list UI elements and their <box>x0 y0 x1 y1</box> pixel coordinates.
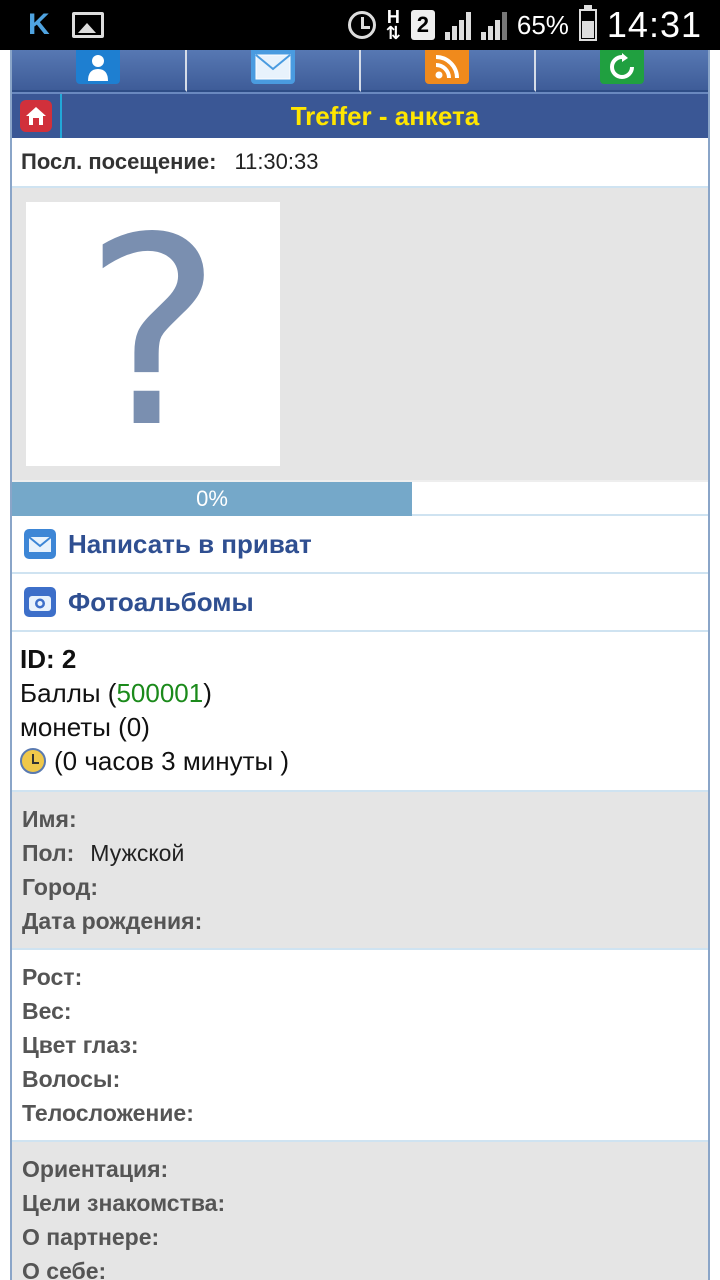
user-icon <box>76 50 121 84</box>
profile-progress-bar: 0% <box>12 482 708 516</box>
about-self-label: О себе: <box>22 1258 107 1280</box>
hair-label: Волосы: <box>22 1066 121 1092</box>
goals-label: Цели знакомства: <box>22 1190 226 1216</box>
signal-2-icon <box>480 10 507 40</box>
camera-icon <box>24 587 56 617</box>
title-bar: Treffer - анкета <box>12 92 708 138</box>
nav-tab-mail[interactable] <box>186 50 361 92</box>
image-notification-icon <box>71 12 104 38</box>
nav-tab-profile[interactable] <box>12 50 187 92</box>
battery-icon <box>578 5 597 41</box>
top-navigation <box>12 50 708 92</box>
alarm-icon <box>347 11 376 39</box>
app-notification-icon: K <box>28 8 50 41</box>
gender-value: Мужской <box>90 840 185 866</box>
height-label: Рост: <box>22 964 83 990</box>
user-id: ID: 2 <box>20 644 77 674</box>
progress-label: 0% <box>12 482 412 516</box>
photo-area: ? <box>12 188 708 482</box>
envelope-icon <box>250 50 295 84</box>
nav-tab-refresh[interactable] <box>535 50 708 92</box>
eye-color-label: Цвет глаз: <box>22 1032 139 1058</box>
points-value: 500001 <box>116 678 204 708</box>
photo-albums-link[interactable]: Фотоальбомы <box>12 574 708 632</box>
weight-label: Вес: <box>22 998 72 1024</box>
last-visit-label: Посл. посещение: <box>21 149 217 174</box>
clock-icon <box>20 748 46 774</box>
battery-percent: 65% <box>516 9 569 40</box>
write-private-link[interactable]: Написать в приват <box>12 516 708 574</box>
status-bar: K H ⇅ 2 65% 14:31 <box>0 0 720 50</box>
question-mark-placeholder: ? <box>84 183 222 485</box>
body-info-section: Рост: Вес: Цвет глаз: Волосы: Телосложен… <box>12 950 708 1142</box>
sim-indicator: 2 <box>410 10 435 40</box>
build-label: Телосложение: <box>22 1100 194 1126</box>
coins-row: монеты (0) <box>20 712 150 742</box>
orientation-label: Ориентация: <box>22 1156 169 1182</box>
page-title: Treffer - анкета <box>290 101 480 131</box>
name-label: Имя: <box>22 806 77 832</box>
home-icon <box>20 100 52 132</box>
last-visit-row: Посл. посещение: 11:30:33 <box>12 138 708 188</box>
signal-icon <box>444 10 471 40</box>
photo-albums-label: Фотоальбомы <box>68 586 254 617</box>
home-button[interactable] <box>12 94 62 138</box>
online-time-row: (0 часов 3 минуты ) <box>20 744 700 778</box>
page-frame: Treffer - анкета Посл. посещение: 11:30:… <box>10 50 710 1280</box>
city-label: Город: <box>22 874 98 900</box>
clock-time: 14:31 <box>606 4 702 45</box>
rss-icon <box>425 50 470 84</box>
refresh-icon <box>599 50 644 84</box>
user-stats: ID: 2 Баллы (500001) монеты (0) (0 часов… <box>12 632 708 792</box>
gender-label: Пол: <box>22 840 75 866</box>
about-partner-label: О партнере: <box>22 1224 160 1250</box>
dating-info-section: Ориентация: Цели знакомства: О партнере:… <box>12 1142 708 1280</box>
avatar[interactable]: ? <box>26 202 280 466</box>
network-type-icon: H ⇅ <box>385 7 401 43</box>
points-row: Баллы (500001) <box>20 678 212 708</box>
envelope-icon <box>24 529 56 559</box>
birthdate-label: Дата рождения: <box>22 908 203 934</box>
nav-tab-rss[interactable] <box>361 50 536 92</box>
basic-info-section: Имя: Пол: Мужской Город: Дата рождения: <box>12 792 708 950</box>
last-visit-value: 11:30:33 <box>234 149 319 174</box>
write-private-label: Написать в приват <box>68 528 312 559</box>
